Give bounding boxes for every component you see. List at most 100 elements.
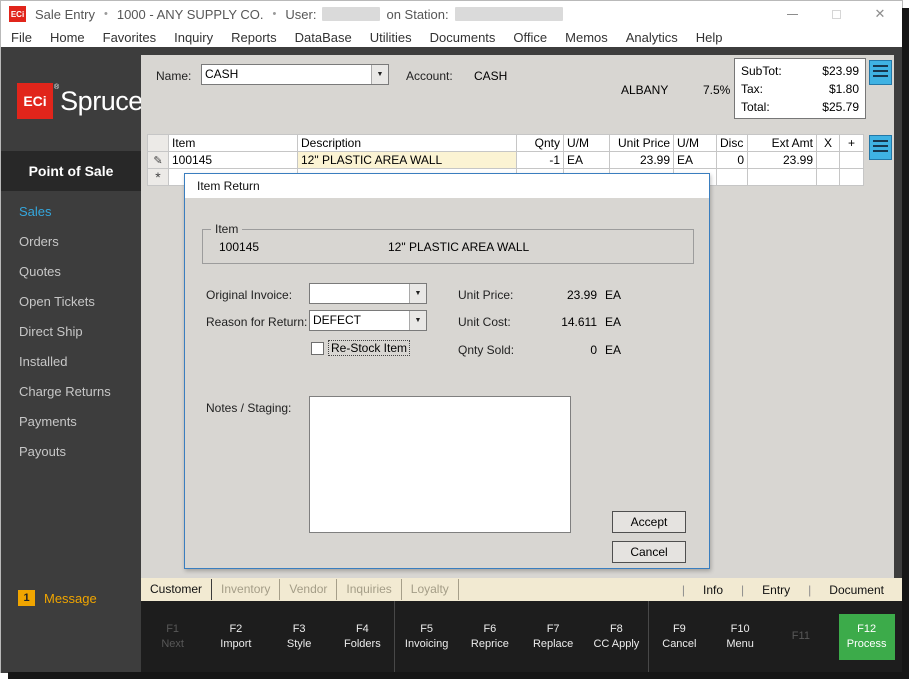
window-shadow (902, 8, 909, 679)
reason-value: DEFECT (310, 311, 409, 330)
col-plus: + (840, 135, 864, 152)
message-label: Message (44, 591, 97, 606)
title-separator-dot: • (104, 8, 108, 20)
item-groupbox: Item 100145 12" PLASTIC AREA WALL (202, 222, 694, 264)
f6-reprice-button[interactable]: F6Reprice (467, 622, 513, 652)
unit-price-label: Unit Price: (458, 288, 513, 302)
sidebar-item-orders[interactable]: Orders (1, 227, 141, 257)
reason-for-return-combobox[interactable]: DEFECT ▼ (309, 310, 427, 331)
eci-app-icon: ECi (9, 6, 26, 22)
cell-disc-empty[interactable] (717, 169, 748, 186)
tab-loyalty[interactable]: Loyalty (402, 579, 459, 600)
qnty-sold-um: EA (605, 343, 621, 357)
menu-inquiry[interactable]: Inquiry (165, 30, 222, 45)
cell-unit-price[interactable]: 23.99 (610, 152, 674, 169)
fn-group-2: F5Invoicing F6Reprice F7Replace F8CC App… (395, 601, 648, 672)
f7-replace-button[interactable]: F7Replace (530, 622, 576, 652)
link-entry[interactable]: Entry (744, 583, 808, 597)
tab-vendor[interactable]: Vendor (280, 579, 337, 600)
cell-ext-amt-empty[interactable] (748, 169, 817, 186)
reason-for-return-label: Reason for Return: (206, 315, 307, 329)
close-button[interactable]: ✕ (858, 1, 902, 27)
restock-checkbox[interactable] (311, 342, 324, 355)
sidebar-section-title: Point of Sale (1, 151, 141, 191)
new-row-asterisk-icon: * (148, 169, 169, 186)
cell-plus[interactable] (840, 152, 864, 169)
tab-inquiries[interactable]: Inquiries (337, 579, 401, 600)
customer-name-value: CASH (202, 65, 371, 84)
menu-bar: File Home Favorites Inquiry Reports Data… (1, 27, 902, 47)
cell-um-1[interactable]: EA (564, 152, 610, 169)
station-name-redacted (455, 7, 563, 21)
cell-disc[interactable]: 0 (717, 152, 748, 169)
cell-x-empty[interactable] (817, 169, 840, 186)
f3-style-button[interactable]: F3Style (276, 622, 322, 652)
chevron-down-icon[interactable]: ▼ (409, 311, 426, 330)
f11-button: F11 (778, 629, 824, 644)
accept-button[interactable]: Accept (612, 511, 686, 533)
title-bar: ECi Sale Entry • 1000 - ANY SUPPLY CO. •… (1, 1, 902, 27)
app-window: ECi Sale Entry • 1000 - ANY SUPPLY CO. •… (0, 0, 903, 673)
window-controls: ✕ (770, 1, 902, 27)
chevron-down-icon[interactable]: ▼ (371, 65, 388, 84)
menu-file[interactable]: File (2, 30, 41, 45)
sidebar-item-open-tickets[interactable]: Open Tickets (1, 287, 141, 317)
totals-menu-grip-icon[interactable] (869, 60, 892, 85)
cell-item[interactable]: 100145 (169, 152, 298, 169)
registered-mark: ® (54, 84, 59, 91)
menu-help[interactable]: Help (687, 30, 732, 45)
f2-import-button[interactable]: F2Import (213, 622, 259, 652)
notes-textarea[interactable] (309, 396, 571, 533)
qnty-sold-value: 0 (537, 343, 597, 357)
account-label: Account: (406, 69, 453, 83)
sidebar-item-payouts[interactable]: Payouts (1, 437, 141, 467)
cell-x[interactable] (817, 152, 840, 169)
chevron-down-icon[interactable]: ▼ (409, 284, 426, 303)
cell-um-2[interactable]: EA (674, 152, 717, 169)
tax-rate: 7.5% (703, 83, 730, 97)
menu-utilities[interactable]: Utilities (361, 30, 421, 45)
cell-ext-amt[interactable]: 23.99 (748, 152, 817, 169)
menu-memos[interactable]: Memos (556, 30, 617, 45)
sidebar-item-payments[interactable]: Payments (1, 407, 141, 437)
tab-inventory[interactable]: Inventory (212, 579, 280, 600)
f10-menu-button[interactable]: F10Menu (717, 622, 763, 652)
tab-customer[interactable]: Customer (141, 579, 212, 600)
grid-menu-grip-icon[interactable] (869, 135, 892, 160)
original-invoice-combobox[interactable]: ▼ (309, 283, 427, 304)
f12-process-button[interactable]: F12Process (839, 614, 895, 660)
menu-reports[interactable]: Reports (222, 30, 286, 45)
sidebar-item-direct-ship[interactable]: Direct Ship (1, 317, 141, 347)
link-document[interactable]: Document (811, 583, 902, 597)
notes-staging-label: Notes / Staging: (206, 401, 291, 415)
menu-documents[interactable]: Documents (421, 30, 505, 45)
total-label: Total: (741, 98, 770, 116)
original-invoice-label: Original Invoice: (206, 288, 292, 302)
f8-cc-apply-button[interactable]: F8CC Apply (593, 622, 639, 652)
sidebar-item-installed[interactable]: Installed (1, 347, 141, 377)
cell-description[interactable]: 12" PLASTIC AREA WALL (298, 152, 517, 169)
link-info[interactable]: Info (685, 583, 741, 597)
f9-cancel-button[interactable]: F9Cancel (656, 622, 702, 652)
f4-folders-button[interactable]: F4Folders (339, 622, 385, 652)
cell-qnty[interactable]: -1 (517, 152, 564, 169)
f5-invoicing-button[interactable]: F5Invoicing (404, 622, 450, 652)
sidebar-item-sales[interactable]: Sales (1, 197, 141, 227)
maximize-button[interactable] (814, 1, 858, 27)
cancel-button[interactable]: Cancel (612, 541, 686, 563)
edit-pencil-icon: ✎ (148, 152, 169, 169)
sidebar-item-quotes[interactable]: Quotes (1, 257, 141, 287)
menu-favorites[interactable]: Favorites (94, 30, 165, 45)
status-links: | Info | Entry | Document (682, 583, 902, 597)
message-indicator[interactable]: 1 Message (18, 590, 97, 606)
table-row[interactable]: ✎ 100145 12" PLASTIC AREA WALL -1 EA 23.… (148, 152, 864, 169)
menu-home[interactable]: Home (41, 30, 94, 45)
cell-plus-empty[interactable] (840, 169, 864, 186)
minimize-button[interactable] (770, 1, 814, 27)
menu-office[interactable]: Office (504, 30, 556, 45)
sidebar-item-charge-returns[interactable]: Charge Returns (1, 377, 141, 407)
fn-group-3: F9Cancel F10Menu F11 F12Process (649, 601, 902, 672)
menu-database[interactable]: DataBase (286, 30, 361, 45)
customer-name-combobox[interactable]: CASH ▼ (201, 64, 389, 85)
menu-analytics[interactable]: Analytics (617, 30, 687, 45)
